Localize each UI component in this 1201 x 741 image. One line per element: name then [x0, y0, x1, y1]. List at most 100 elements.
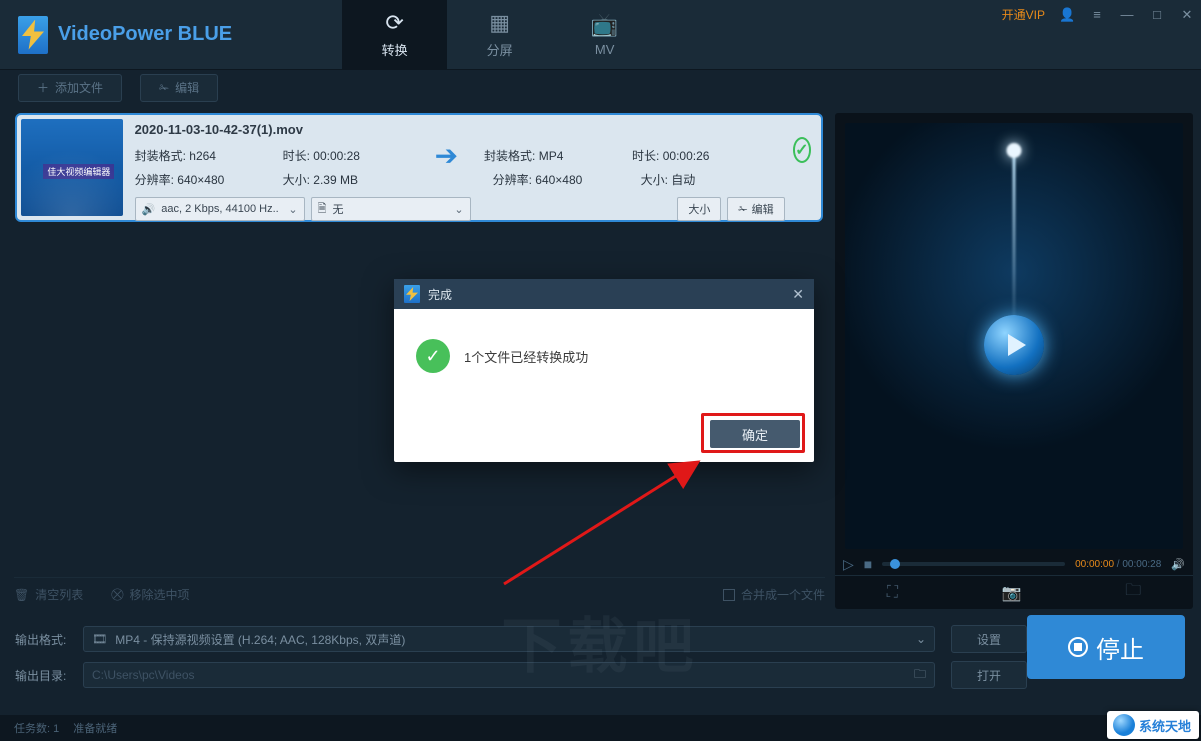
app-name: VideoPower BLUE	[58, 23, 232, 46]
clear-list-button[interactable]: 🗑 清空列表	[14, 586, 83, 603]
item-edit-button[interactable]: ✁ 编辑	[727, 197, 784, 221]
thumbnail-watermark: 佳大视频编辑器	[43, 164, 114, 179]
plus-icon: ＋	[37, 79, 49, 96]
src-duration: 时长: 00:00:28	[279, 147, 427, 164]
speaker-icon: 🔊	[142, 203, 156, 216]
merge-label: 合并成一个文件	[741, 586, 825, 603]
tab-convert-label: 转换	[382, 40, 408, 59]
tab-mv-label: MV	[595, 42, 615, 57]
crop-icon[interactable]: ⛶	[887, 584, 898, 602]
subtitle-combo[interactable]: 🗎 无 ⌄	[311, 197, 471, 221]
audio-combo-value: aac, 2 Kbps, 44100 Hz..	[161, 203, 278, 215]
file-info: 2020-11-03-10-42-37(1).mov 封装格式: h264 时长…	[131, 119, 785, 216]
trash-icon: 🗑	[14, 588, 29, 602]
vip-link[interactable]: 开通VIP	[1002, 6, 1045, 23]
tab-split-label: 分屏	[487, 40, 513, 59]
merge-checkbox[interactable]: 合并成一个文件	[723, 586, 825, 603]
output-dir-label: 输出目录:	[15, 667, 75, 684]
edit-label: 编辑	[175, 79, 199, 96]
stop-convert-button[interactable]: 停止	[1027, 615, 1185, 679]
volume-icon[interactable]: 🔊	[1171, 558, 1185, 571]
progress-thumb[interactable]	[890, 559, 900, 569]
progress-bar[interactable]	[882, 562, 1065, 566]
clear-list-label: 清空列表	[35, 586, 83, 603]
remove-selected-button[interactable]: ⛒ 移除选中项	[111, 586, 189, 603]
footer-brand-label: 系统天地	[1139, 716, 1191, 735]
tv-icon: 📺	[591, 12, 618, 38]
output-format-label: 输出格式:	[15, 631, 75, 648]
dialog-close-button[interactable]: ✕	[792, 286, 804, 303]
item-edit-label: 编辑	[752, 201, 774, 217]
success-check-icon: ✓	[793, 137, 811, 163]
tab-convert[interactable]: ⟳ 转换	[342, 0, 447, 69]
preview-image[interactable]	[845, 123, 1183, 549]
src-size: 大小: 2.39 MB	[279, 171, 427, 188]
status-bar: 任务数: 1 准备就绪 转换完	[0, 715, 1201, 741]
subtitle-combo-value: 无	[332, 201, 343, 217]
completion-dialog: 完成 ✕ ✓ 1个文件已经转换成功 确定	[394, 279, 814, 462]
checkbox-icon	[723, 589, 735, 601]
arrow-right-icon: ➔	[435, 139, 458, 172]
scissors-icon: ✁	[738, 203, 747, 216]
dst-resolution: 分辨率: 640×480	[489, 171, 637, 188]
chevron-down-icon: ⌄	[454, 203, 463, 216]
output-dir-field[interactable]: C:\Users\pc\Videos 🗀	[83, 662, 935, 688]
output-format-value: MP4 - 保持源视频设置 (H.264; AAC, 128Kbps, 双声道)	[115, 631, 405, 648]
add-file-button[interactable]: ＋ 添加文件	[18, 74, 122, 102]
minimize-button[interactable]: —	[1119, 7, 1135, 22]
menu-icon[interactable]: ≡	[1089, 7, 1105, 22]
edit-button[interactable]: ✁ 编辑	[140, 74, 218, 102]
secondary-toolbar: ＋ 添加文件 ✁ 编辑	[0, 70, 1201, 105]
globe-icon	[1113, 714, 1135, 736]
preview-pane: ▷ ■ 00:00:00 / 00:00:28 🔊 ⛶ 📷 🗀	[835, 113, 1193, 609]
dst-size: 大小: 自动	[637, 171, 785, 188]
dialog-titlebar[interactable]: 完成 ✕	[394, 279, 814, 309]
file-card[interactable]: 佳大视频编辑器 2020-11-03-10-42-37(1).mov 封装格式:…	[15, 113, 823, 222]
tab-mv[interactable]: 📺 MV	[552, 0, 657, 69]
app-logo-icon	[18, 16, 48, 54]
title-bar: VideoPower BLUE ⟳ 转换 ▦ 分屏 📺 MV 开通VIP 👤 ≡…	[0, 0, 1201, 70]
scissors-icon: ✁	[159, 81, 169, 95]
video-thumbnail[interactable]: 佳大视频编辑器	[21, 119, 123, 216]
close-button[interactable]: ✕	[1179, 7, 1195, 23]
preview-tools: ⛶ 📷 🗀	[835, 575, 1193, 609]
chevron-down-icon: ⌄	[288, 203, 297, 216]
output-dir-value: C:\Users\pc\Videos	[92, 668, 195, 682]
folder-icon[interactable]: 🗀	[1125, 579, 1141, 606]
beam-decoration	[1013, 149, 1016, 332]
success-icon: ✓	[416, 339, 450, 373]
time-display: 00:00:00 / 00:00:28	[1075, 559, 1161, 570]
src-format: 封装格式: h264	[131, 147, 279, 164]
task-count: 任务数: 1	[14, 720, 59, 736]
tab-split[interactable]: ▦ 分屏	[447, 0, 552, 69]
play-button[interactable]: ▷	[843, 556, 854, 573]
browse-icon[interactable]: 🗀	[914, 665, 926, 686]
audio-track-combo[interactable]: 🔊 aac, 2 Kbps, 44100 Hz.. ⌄	[135, 197, 305, 221]
stop-icon	[1068, 637, 1088, 657]
status-text: 准备就绪	[73, 720, 117, 736]
open-button[interactable]: 打开	[951, 661, 1027, 689]
snapshot-icon[interactable]: 📷	[1002, 583, 1022, 603]
subtitle-icon: 🗎	[318, 200, 327, 219]
list-actions-bar: 🗑 清空列表 ⛒ 移除选中项 合并成一个文件	[14, 577, 825, 611]
maximize-button[interactable]: □	[1149, 7, 1165, 22]
chevron-down-icon: ⌄	[916, 632, 926, 646]
size-button[interactable]: 大小	[677, 197, 721, 221]
stop-label: 停止	[1096, 630, 1144, 665]
play-orb-icon	[984, 315, 1044, 375]
user-icon[interactable]: 👤	[1059, 7, 1075, 23]
refresh-icon: ⟳	[385, 10, 403, 36]
src-resolution: 分辨率: 640×480	[131, 171, 279, 188]
stop-playback-button[interactable]: ■	[864, 556, 872, 572]
playback-controls: ▷ ■ 00:00:00 / 00:00:28 🔊	[843, 553, 1185, 575]
dialog-logo-icon	[404, 285, 420, 303]
grid-icon: ▦	[489, 10, 510, 36]
footer-brand-badge[interactable]: 系统天地	[1107, 711, 1199, 739]
output-settings: 输出格式: 🎞 MP4 - 保持源视频设置 (H.264; AAC, 128Kb…	[0, 613, 1201, 693]
settings-button[interactable]: 设置	[951, 625, 1027, 653]
output-format-combo[interactable]: 🎞 MP4 - 保持源视频设置 (H.264; AAC, 128Kbps, 双声…	[83, 626, 935, 652]
dialog-body: ✓ 1个文件已经转换成功	[394, 309, 814, 403]
dialog-title: 完成	[428, 286, 452, 303]
dst-format: 封装格式: MP4	[480, 147, 628, 164]
dialog-ok-button[interactable]: 确定	[710, 420, 800, 448]
